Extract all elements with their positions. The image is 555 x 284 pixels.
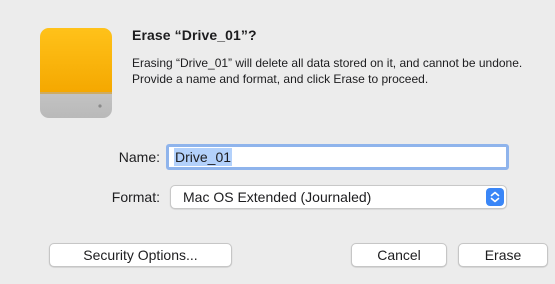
name-label: Name: xyxy=(118,149,160,165)
format-label: Format: xyxy=(111,189,160,205)
dialog-title: Erase “Drive_01”? xyxy=(132,27,257,43)
cancel-button[interactable]: Cancel xyxy=(351,243,447,267)
format-select[interactable]: Mac OS Extended (Journaled) xyxy=(170,185,507,209)
format-select-value: Mac OS Extended (Journaled) xyxy=(183,189,372,205)
select-stepper-icon[interactable] xyxy=(486,188,504,206)
name-input[interactable]: Drive_01 xyxy=(166,144,509,170)
name-input-value[interactable]: Drive_01 xyxy=(174,148,233,166)
erase-dialog: Erase “Drive_01”? Erasing “Drive_01” wil… xyxy=(12,8,548,276)
security-options-button[interactable]: Security Options... xyxy=(49,243,232,267)
erase-button[interactable]: Erase xyxy=(458,243,548,267)
dialog-message: Erasing “Drive_01” will delete all data … xyxy=(132,56,523,86)
external-drive-icon xyxy=(40,28,112,118)
